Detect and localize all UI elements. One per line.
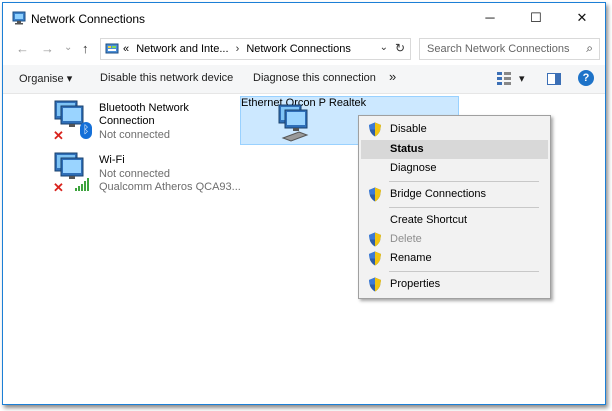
uac-shield-icon (369, 187, 381, 202)
window-title: Network Connections (31, 12, 146, 26)
up-arrow-icon[interactable]: ↑ (82, 41, 89, 56)
close-button[interactable]: ✕ (559, 3, 605, 33)
more-commands-chevron-icon[interactable]: » (389, 69, 396, 84)
diagnose-connection-button[interactable]: Diagnose this connection (253, 72, 376, 84)
command-bar: Organise ▾ Disable this network device D… (3, 65, 605, 94)
menu-item-create-shortcut[interactable]: Create Shortcut (361, 211, 548, 230)
menu-item-delete[interactable]: Delete (361, 230, 548, 249)
menu-separator (389, 181, 539, 182)
recent-locations-chevron-icon[interactable]: ⌄ (64, 42, 72, 53)
menu-item-label: Rename (390, 252, 432, 264)
menu-item-label: Create Shortcut (390, 214, 468, 226)
search-box[interactable]: ⌕ (419, 38, 600, 60)
network-connections-app-icon (12, 11, 26, 25)
bluetooth-icon: ᛒ (80, 122, 92, 139)
control-panel-icon (105, 43, 119, 54)
menu-item-label: Diagnose (390, 162, 437, 174)
menu-item-label: Properties (390, 278, 441, 290)
search-icon[interactable]: ⌕ (586, 41, 593, 56)
menu-item-label: Bridge Connections (390, 188, 487, 200)
item-device: Qualcomm Atheros QCA93... (99, 181, 241, 193)
item-status: Not connected (99, 129, 170, 141)
organise-menu-button[interactable]: Organise ▾ (19, 72, 72, 85)
menu-item-properties[interactable]: Properties (361, 275, 548, 294)
menu-separator (389, 207, 539, 208)
disconnected-x-icon: ✕ (53, 128, 64, 143)
minimize-button[interactable]: ─ (467, 3, 513, 33)
breadcrumb-overflow[interactable]: « (123, 43, 129, 55)
forward-arrow-icon[interactable]: → (41, 41, 54, 56)
view-options-chevron-icon[interactable]: ▾ (519, 72, 525, 85)
breadcrumb-separator-icon[interactable]: › (236, 43, 240, 55)
menu-item-disable[interactable]: Disable (361, 120, 548, 139)
item-status: Not connected (99, 168, 170, 180)
address-dropdown-chevron-icon[interactable]: ⌄ (380, 42, 388, 53)
network-connections-window: Network Connections ─ ☐ ✕ ← → ⌄ ↑ « Netw… (2, 2, 606, 405)
menu-item-label: Delete (390, 233, 422, 245)
uac-shield-icon (369, 122, 381, 137)
search-input[interactable] (420, 39, 582, 59)
maximize-button[interactable]: ☐ (513, 3, 559, 33)
menu-item-bridge-connections[interactable]: Bridge Connections (361, 185, 548, 204)
back-arrow-icon[interactable]: ← (16, 41, 29, 56)
menu-separator (389, 271, 539, 272)
item-device: Realtek (328, 97, 367, 109)
breadcrumb-network-and-internet[interactable]: Network and Inte... (136, 43, 228, 55)
context-menu: Disable Status Diagnose Bridge Connectio… (358, 115, 551, 299)
title-bar[interactable]: Network Connections ─ ☐ ✕ (3, 3, 605, 33)
change-view-icon[interactable] (497, 72, 511, 85)
disconnected-x-icon: ✕ (53, 180, 64, 195)
ethernet-network-icon (278, 104, 309, 142)
menu-item-status[interactable]: Status (361, 140, 548, 159)
help-icon[interactable]: ? (578, 70, 594, 86)
item-name-line1: Bluetooth Network (99, 102, 189, 114)
address-bar[interactable]: « Network and Inte... › Network Connecti… (100, 38, 411, 60)
item-name-line2: Connection (99, 115, 155, 127)
refresh-icon[interactable]: ↻ (395, 41, 405, 55)
preview-pane-icon[interactable] (547, 73, 561, 85)
menu-item-label: Status (390, 143, 424, 155)
item-name: Wi-Fi (99, 154, 125, 166)
disable-network-device-button[interactable]: Disable this network device (100, 72, 233, 84)
breadcrumb: « Network and Inte... › Network Connecti… (123, 43, 351, 55)
breadcrumb-network-connections[interactable]: Network Connections (246, 43, 351, 55)
menu-item-label: Disable (390, 123, 427, 135)
uac-shield-icon (369, 251, 381, 266)
uac-shield-icon (369, 232, 381, 247)
uac-shield-icon (369, 277, 381, 292)
wifi-signal-bars-icon (75, 178, 89, 191)
menu-item-diagnose[interactable]: Diagnose (361, 159, 548, 178)
menu-item-rename[interactable]: Rename (361, 249, 548, 268)
